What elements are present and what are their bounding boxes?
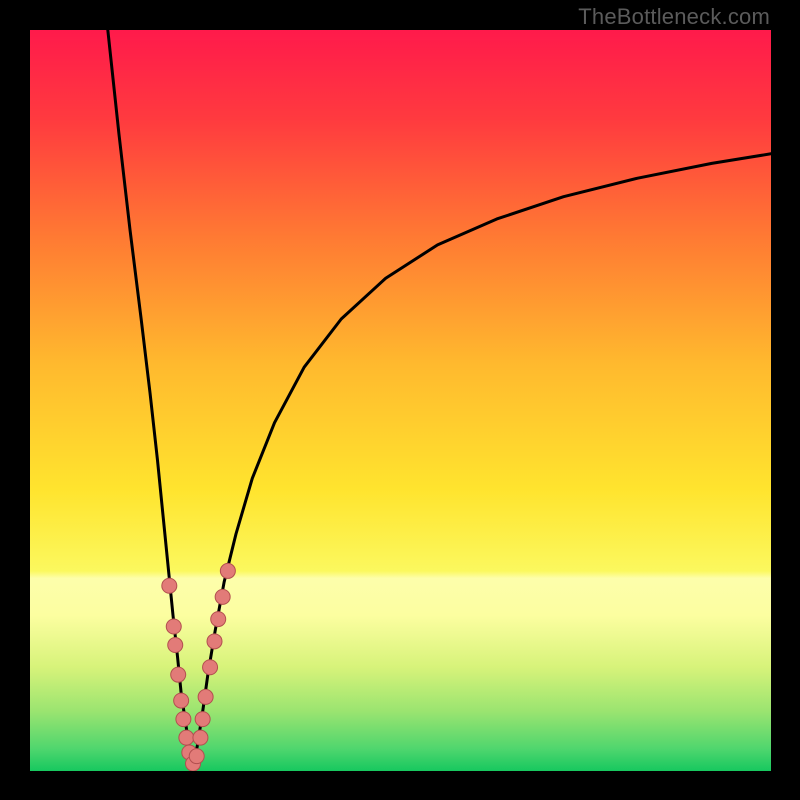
data-dot [220, 563, 235, 578]
data-dot [189, 749, 204, 764]
data-dot [168, 638, 183, 653]
data-dot [195, 712, 210, 727]
data-dot [176, 712, 191, 727]
curve-right-branch [193, 154, 771, 768]
data-dot [166, 619, 181, 634]
data-dot [203, 660, 218, 675]
chart-svg [30, 30, 771, 771]
data-dot [174, 693, 189, 708]
data-dot [198, 689, 213, 704]
outer-frame: TheBottleneck.com [0, 0, 800, 800]
data-dot [171, 667, 186, 682]
data-dot [162, 578, 177, 593]
plot-area [30, 30, 771, 771]
curve-left-branch [108, 30, 193, 767]
data-dot [179, 730, 194, 745]
data-dot [211, 612, 226, 627]
data-dot [193, 730, 208, 745]
data-dot [207, 634, 222, 649]
watermark-text: TheBottleneck.com [578, 4, 770, 30]
data-dot [215, 589, 230, 604]
